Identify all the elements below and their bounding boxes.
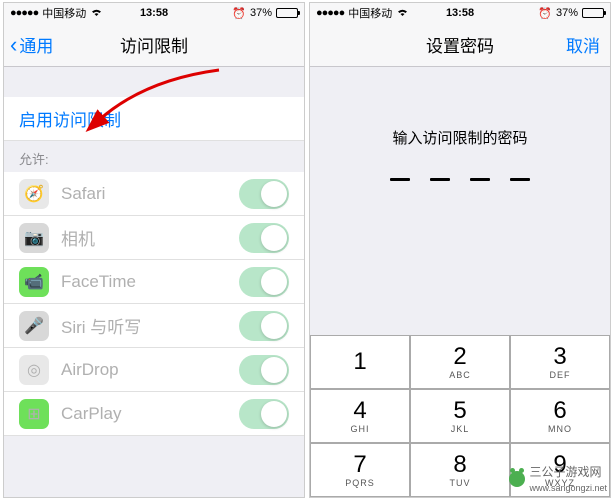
watermark-logo-icon [509, 471, 525, 487]
status-bar: ●●●●● 中国移动 13:58 ⏰ 37% [310, 3, 610, 23]
phone-right: ●●●●● 中国移动 13:58 ⏰ 37% 设置密码 取消 输入访问限制的密码… [309, 2, 611, 498]
key-letters: GHI [350, 424, 369, 434]
carrier-label: 中国移动 [42, 5, 86, 21]
wifi-icon [90, 7, 103, 20]
passcode-dash [470, 178, 490, 181]
key-number: 7 [353, 453, 366, 477]
clock: 13:58 [446, 7, 474, 19]
keypad-key-6[interactable]: 6MNO [510, 389, 610, 443]
toggle-switch[interactable] [239, 311, 289, 341]
app-label: FaceTime [61, 272, 239, 292]
enable-restrictions-label: 启用访问限制 [19, 106, 121, 131]
passcode-dashes [310, 178, 610, 181]
battery-pct: 37% [556, 7, 578, 19]
key-number: 8 [453, 453, 466, 477]
enable-restrictions-cell[interactable]: 启用访问限制 [4, 97, 304, 141]
app-icon: 🧭 [19, 179, 49, 209]
app-cell[interactable]: ◎ AirDrop [4, 348, 304, 392]
app-label: 相机 [61, 225, 239, 250]
battery-pct: 37% [250, 7, 272, 19]
app-cell[interactable]: 📹 FaceTime [4, 260, 304, 304]
passcode-dash [430, 178, 450, 181]
toggle-switch[interactable] [239, 399, 289, 429]
battery-icon [276, 8, 298, 18]
keypad-key-8[interactable]: 8TUV [410, 443, 510, 497]
nav-bar: ‹ 通用 访问限制 [4, 23, 304, 67]
key-number: 1 [353, 350, 366, 374]
toggle-switch[interactable] [239, 223, 289, 253]
wifi-icon [396, 7, 409, 20]
app-icon: ◎ [19, 355, 49, 385]
app-cell[interactable]: ⊞ CarPlay [4, 392, 304, 436]
app-icon: 📷 [19, 223, 49, 253]
key-number: 3 [553, 345, 566, 369]
key-letters: MNO [548, 424, 572, 434]
apps-list: 🧭 Safari 📷 相机 📹 FaceTime 🎤 Siri 与听写 ◎ Ai… [4, 172, 304, 436]
clock: 13:58 [140, 7, 168, 19]
alarm-icon: ⏰ [538, 7, 552, 20]
toggle-switch[interactable] [239, 267, 289, 297]
watermark: 三公子游戏网 www.sangongzi.net [509, 463, 607, 494]
key-letters: TUV [450, 478, 471, 488]
watermark-brand: 三公子游戏网 [529, 465, 601, 479]
alarm-icon: ⏰ [232, 7, 246, 20]
keypad-key-1[interactable]: 1 [310, 335, 410, 389]
app-label: Siri 与听写 [61, 313, 239, 338]
app-label: Safari [61, 184, 239, 204]
key-letters: ABC [449, 370, 471, 380]
key-letters: PQRS [345, 478, 375, 488]
key-letters: DEF [550, 370, 571, 380]
keypad-key-2[interactable]: 2ABC [410, 335, 510, 389]
page-title: 设置密码 [310, 32, 610, 57]
passcode-dash [390, 178, 410, 181]
phone-left: ●●●●● 中国移动 13:58 ⏰ 37% ‹ 通用 访问限制 启用访问限制 … [3, 2, 305, 498]
passcode-dash [510, 178, 530, 181]
status-bar: ●●●●● 中国移动 13:58 ⏰ 37% [4, 3, 304, 23]
keypad-key-7[interactable]: 7PQRS [310, 443, 410, 497]
app-cell[interactable]: 📷 相机 [4, 216, 304, 260]
app-icon: 🎤 [19, 311, 49, 341]
key-number: 5 [453, 399, 466, 423]
toggle-switch[interactable] [239, 179, 289, 209]
key-number: 6 [553, 399, 566, 423]
app-label: AirDrop [61, 360, 239, 380]
app-icon: ⊞ [19, 399, 49, 429]
signal-dots: ●●●●● [316, 7, 344, 19]
back-button[interactable]: ‹ 通用 [4, 32, 53, 57]
carrier-label: 中国移动 [348, 5, 392, 21]
passcode-area: 输入访问限制的密码 [310, 67, 610, 181]
keypad-key-4[interactable]: 4GHI [310, 389, 410, 443]
key-letters: JKL [451, 424, 470, 434]
signal-dots: ●●●●● [10, 7, 38, 19]
back-label: 通用 [19, 32, 53, 57]
battery-icon [582, 8, 604, 18]
chevron-left-icon: ‹ [10, 34, 17, 56]
keypad-key-3[interactable]: 3DEF [510, 335, 610, 389]
app-icon: 📹 [19, 267, 49, 297]
allow-header: 允许: [4, 141, 304, 172]
watermark-url: www.sangongzi.net [529, 483, 607, 493]
key-number: 2 [453, 345, 466, 369]
app-label: CarPlay [61, 404, 239, 424]
passcode-prompt: 输入访问限制的密码 [310, 127, 610, 148]
key-number: 4 [353, 399, 366, 423]
toggle-switch[interactable] [239, 355, 289, 385]
keypad-key-5[interactable]: 5JKL [410, 389, 510, 443]
app-cell[interactable]: 🎤 Siri 与听写 [4, 304, 304, 348]
app-cell[interactable]: 🧭 Safari [4, 172, 304, 216]
nav-bar: 设置密码 取消 [310, 23, 610, 67]
cancel-button[interactable]: 取消 [566, 32, 600, 57]
